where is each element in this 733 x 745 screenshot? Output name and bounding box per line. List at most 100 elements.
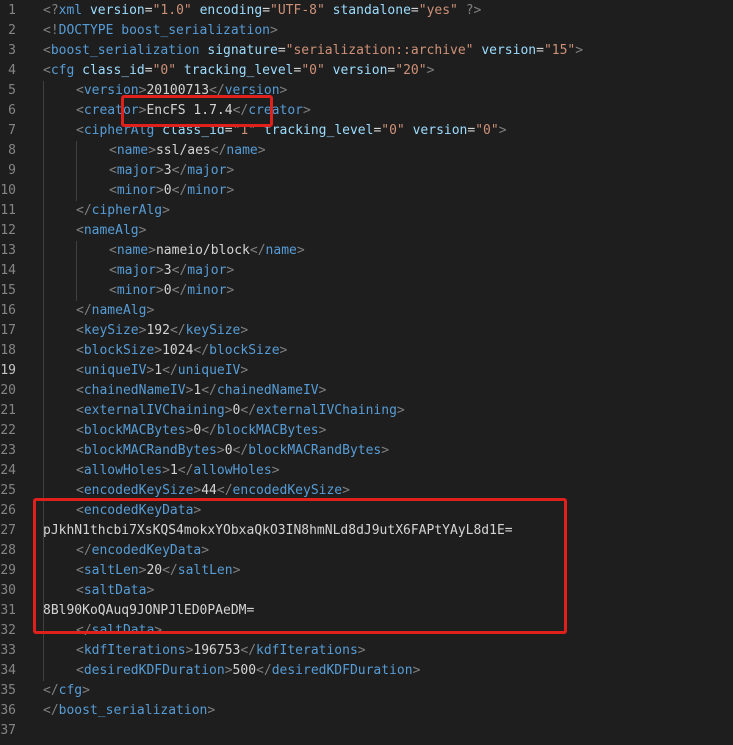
code-token: blockMACRandBytes <box>248 443 382 458</box>
code-line[interactable]: 35 </cfg> <box>0 681 733 701</box>
code-line[interactable]: 18 <blockSize>1024</blockSize> <box>0 341 733 361</box>
line-number: 26 <box>0 503 16 518</box>
code-token: > <box>226 263 235 278</box>
indent-guide <box>76 241 77 261</box>
code-line[interactable]: 4 <cfg class_id="0" tracking_level="0" ve… <box>0 61 733 81</box>
code-line[interactable]: 17 <keySize>192</keySize> <box>0 321 733 341</box>
indent-guide <box>43 181 44 201</box>
code-token: < <box>76 103 84 118</box>
code-token: ?> <box>465 3 482 18</box>
code-token: </ <box>193 343 210 358</box>
code-token: < <box>43 63 51 78</box>
indent-guide <box>43 301 44 321</box>
code-line[interactable]: 3 <boost_serialization signature="seriali… <box>0 41 733 61</box>
code-line[interactable]: 1 <?xml version="1.0" encoding="UTF-8" st… <box>0 1 733 21</box>
code-token: 1024 <box>162 343 194 358</box>
code-token: standalone <box>332 3 411 18</box>
code-token: > <box>318 383 327 398</box>
code-token: </ <box>232 443 249 458</box>
code-line[interactable]: 34 <desiredKDFDuration>500</desiredKDFDur… <box>0 661 733 681</box>
line-number: 8 <box>8 143 16 158</box>
indent-guide <box>43 381 44 401</box>
code-line[interactable]: 21 <externalIVChaining>0</externalIVChain… <box>0 401 733 421</box>
indent-guide <box>43 441 44 461</box>
code-line[interactable]: 22 <blockMACBytes>0</blockMACBytes> <box>0 421 733 441</box>
line-number: 18 <box>0 343 16 358</box>
code-token: < <box>109 183 117 198</box>
code-token: kdfIterations <box>256 643 358 658</box>
code-line[interactable]: 23 <blockMACRandBytes>0</blockMACRandByte… <box>0 441 733 461</box>
code-token: version <box>412 123 468 138</box>
code-text: <blockSize>1024</blockSize> <box>76 341 287 361</box>
line-number: 29 <box>0 563 16 578</box>
code-line[interactable]: 36 </boost_serialization> <box>0 701 733 721</box>
indent-guide <box>76 261 77 281</box>
code-token: name <box>226 143 258 158</box>
code-token: 196753 <box>193 643 241 658</box>
code-token: version <box>332 63 388 78</box>
code-token: > <box>216 443 225 458</box>
code-line[interactable]: 9 <major>3</major> <box>0 161 733 181</box>
code-token: < <box>76 423 84 438</box>
code-line[interactable]: 15 <minor>0</minor> <box>0 281 733 301</box>
code-token: < <box>76 363 84 378</box>
code-token: allowHoles <box>83 463 163 478</box>
code-line[interactable]: 13 <name>nameio/block</name> <box>0 241 733 261</box>
highlight-box-key-and-salt <box>33 498 567 634</box>
code-token: name <box>116 143 149 158</box>
code-line[interactable]: 8 <name>ssl/aes</name> <box>0 141 733 161</box>
code-token: minor <box>187 283 227 298</box>
code-token: </ <box>210 143 227 158</box>
code-token: minor <box>187 183 227 198</box>
code-text: <chainedNameIV>1</chainedNameIV> <box>76 381 326 401</box>
code-line[interactable]: 16 </nameAlg> <box>0 301 733 321</box>
code-line[interactable]: 11 </cipherAlg> <box>0 201 733 221</box>
code-text: <uniqueIV>1</uniqueIV> <box>76 361 248 381</box>
code-text: <kdfIterations>196753</kdfIterations> <box>76 641 366 661</box>
code-token: > <box>269 23 278 38</box>
code-token: xml <box>58 3 83 18</box>
code-line[interactable]: 2 <!DOCTYPE boost_serialization> <box>0 21 733 41</box>
code-token: > <box>155 263 164 278</box>
code-line[interactable]: 12 <nameAlg> <box>0 221 733 241</box>
line-number: 11 <box>0 203 16 218</box>
code-text: <major>3</major> <box>109 261 234 281</box>
code-line[interactable]: 24 <allowHoles>1</allowHoles> <box>0 461 733 481</box>
code-line[interactable]: 33 <kdfIterations>196753</kdfIterations> <box>0 641 733 661</box>
code-token: </ <box>171 183 188 198</box>
code-token: </ <box>256 663 272 678</box>
code-token: < <box>109 143 117 158</box>
line-number: 35 <box>0 683 16 698</box>
code-token: > <box>224 403 233 418</box>
line-number: 23 <box>0 443 16 458</box>
code-line[interactable]: 10 <minor>0</minor> <box>0 181 733 201</box>
code-line[interactable]: 6 <creator>EncFS 1.7.4</creator> <box>0 101 733 121</box>
code-line[interactable]: 14 <major>3</major> <box>0 261 733 281</box>
line-number: 2 <box>8 23 16 38</box>
code-token: = <box>144 63 153 78</box>
code-token: < <box>109 163 117 178</box>
code-text: <externalIVChaining>0</externalIVChainin… <box>76 401 405 421</box>
code-token: < <box>76 443 84 458</box>
indent-guide <box>43 121 44 141</box>
code-line[interactable]: 37 <box>0 721 733 741</box>
line-number: 14 <box>0 263 16 278</box>
code-token: cipherAlg <box>91 203 163 218</box>
code-token: > <box>226 163 235 178</box>
code-line[interactable]: 5 <version>20100713</version> <box>0 81 733 101</box>
code-token: cfg <box>58 683 83 698</box>
code-token: allowHoles <box>193 463 272 478</box>
code-text: <desiredKDFDuration>500</desiredKDFDurat… <box>76 661 420 681</box>
code-token: externalIVChaining <box>83 403 225 418</box>
code-token: > <box>162 463 170 478</box>
code-line[interactable]: 20 <chainedNameIV>1</chainedNameIV> <box>0 381 733 401</box>
code-line[interactable]: 19 <uniqueIV>1</uniqueIV> <box>0 361 733 381</box>
code-line[interactable]: 7 <cipherAlg class_id="1" tracking_level=… <box>0 121 733 141</box>
code-token: minor <box>116 183 156 198</box>
code-token: </ <box>171 163 188 178</box>
code-token: uniqueIV <box>177 363 241 378</box>
code-token: < <box>76 403 84 418</box>
code-token: > <box>357 643 366 658</box>
code-token: </ <box>201 383 217 398</box>
